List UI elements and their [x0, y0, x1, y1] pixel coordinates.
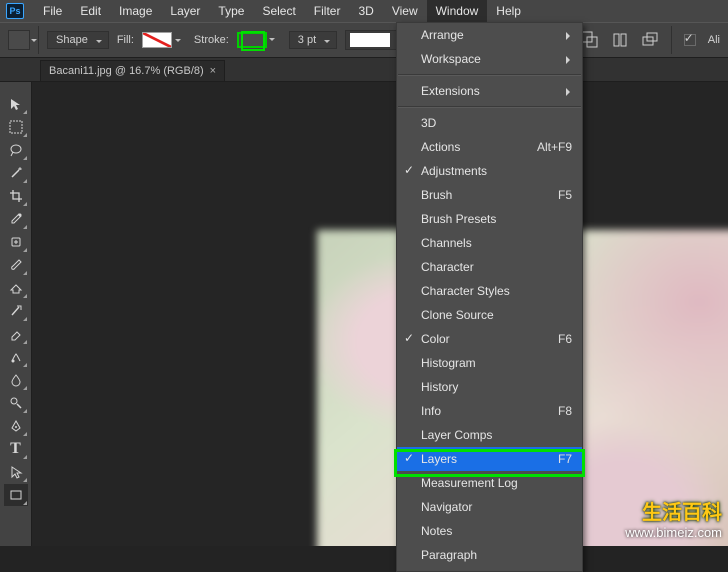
path-selection-tool[interactable]	[4, 461, 28, 483]
menu-item-paragraph[interactable]: Paragraph	[397, 543, 582, 567]
menu-item-histogram[interactable]: Histogram	[397, 351, 582, 375]
healing-brush-tool[interactable]	[4, 231, 28, 253]
move-tool[interactable]	[4, 93, 28, 115]
align-edges-label: Ali	[708, 34, 720, 46]
menu-image[interactable]: Image	[110, 0, 161, 22]
magic-wand-tool[interactable]	[4, 162, 28, 184]
menu-item-workspace[interactable]: Workspace	[397, 47, 582, 71]
menu-window[interactable]: Window	[427, 0, 488, 22]
menu-item-history[interactable]: History	[397, 375, 582, 399]
menu-item-character[interactable]: Character	[397, 255, 582, 279]
menu-item-navigator[interactable]: Navigator	[397, 495, 582, 519]
menu-type[interactable]: Type	[209, 0, 253, 22]
pen-tool[interactable]	[4, 415, 28, 437]
toolbox: T	[0, 82, 32, 546]
menu-item-brush[interactable]: BrushF5	[397, 183, 582, 207]
menu-select[interactable]: Select	[253, 0, 304, 22]
menu-item-info[interactable]: InfoF8	[397, 399, 582, 423]
blur-tool[interactable]	[4, 369, 28, 391]
canvas[interactable]	[32, 82, 728, 546]
document-tab-title: Bacani11.jpg @ 16.7% (RGB/8)	[49, 65, 204, 77]
tool-preset-picker[interactable]	[8, 30, 30, 50]
dodge-tool[interactable]	[4, 392, 28, 414]
eraser-tool[interactable]	[4, 323, 28, 345]
menu-item-notes[interactable]: Notes	[397, 519, 582, 543]
menu-item-extensions[interactable]: Extensions	[397, 79, 582, 103]
gradient-tool[interactable]	[4, 346, 28, 368]
menu-help[interactable]: Help	[487, 0, 530, 22]
menu-item-brush-presets[interactable]: Brush Presets	[397, 207, 582, 231]
menu-item-3d[interactable]: 3D	[397, 111, 582, 135]
menu-item-arrange[interactable]: Arrange	[397, 23, 582, 47]
menu-item-clone-source[interactable]: Clone Source	[397, 303, 582, 327]
menu-item-measurement-log[interactable]: Measurement Log	[397, 471, 582, 495]
menu-item-channels[interactable]: Channels	[397, 231, 582, 255]
document-tab[interactable]: Bacani11.jpg @ 16.7% (RGB/8) ×	[40, 60, 225, 81]
marquee-tool[interactable]	[4, 116, 28, 138]
app-icon: Ps	[4, 0, 26, 22]
fill-label: Fill:	[117, 34, 134, 46]
stroke-label: Stroke:	[194, 34, 229, 46]
menu-view[interactable]: View	[383, 0, 427, 22]
menubar: Ps FileEditImageLayerTypeSelectFilter3DV…	[0, 0, 728, 22]
align-edges-checkbox[interactable]	[684, 34, 696, 46]
menu-item-color[interactable]: ColorF6	[397, 327, 582, 351]
type-tool[interactable]: T	[4, 438, 28, 460]
menu-filter[interactable]: Filter	[305, 0, 350, 22]
rectangle-tool[interactable]	[4, 484, 28, 506]
menu-file[interactable]: File	[34, 0, 71, 22]
history-brush-tool[interactable]	[4, 300, 28, 322]
stroke-swatch[interactable]	[237, 32, 267, 48]
menu-3d[interactable]: 3D	[349, 0, 382, 22]
arrange-order-icon[interactable]	[641, 31, 659, 49]
watermark: 生活百科 www.bimeiz.com	[625, 496, 722, 540]
menu-item-layers[interactable]: LayersF7	[397, 447, 582, 471]
menu-item-actions[interactable]: ActionsAlt+F9	[397, 135, 582, 159]
stroke-width-input[interactable]: 3 pt	[289, 31, 337, 49]
eyedropper-tool[interactable]	[4, 208, 28, 230]
clone-stamp-tool[interactable]	[4, 277, 28, 299]
document-tab-bar: Bacani11.jpg @ 16.7% (RGB/8) ×	[0, 58, 728, 82]
menu-item-layer-comps[interactable]: Layer Comps	[397, 423, 582, 447]
lasso-tool[interactable]	[4, 139, 28, 161]
shape-mode-dropdown[interactable]: Shape	[47, 31, 109, 49]
fill-swatch[interactable]	[142, 32, 172, 48]
close-icon[interactable]: ×	[210, 65, 216, 77]
options-bar: Shape Fill: Stroke: 3 pt Ali	[0, 22, 728, 58]
menu-item-character-styles[interactable]: Character Styles	[397, 279, 582, 303]
brush-tool[interactable]	[4, 254, 28, 276]
menu-layer[interactable]: Layer	[161, 0, 209, 22]
menu-item-adjustments[interactable]: Adjustments	[397, 159, 582, 183]
path-ops-icon[interactable]	[581, 31, 599, 49]
window-menu-dropdown: Arrange Workspace Extensions 3DActionsAl…	[396, 22, 583, 572]
align-icon[interactable]	[611, 31, 629, 49]
menu-edit[interactable]: Edit	[71, 0, 110, 22]
crop-tool[interactable]	[4, 185, 28, 207]
